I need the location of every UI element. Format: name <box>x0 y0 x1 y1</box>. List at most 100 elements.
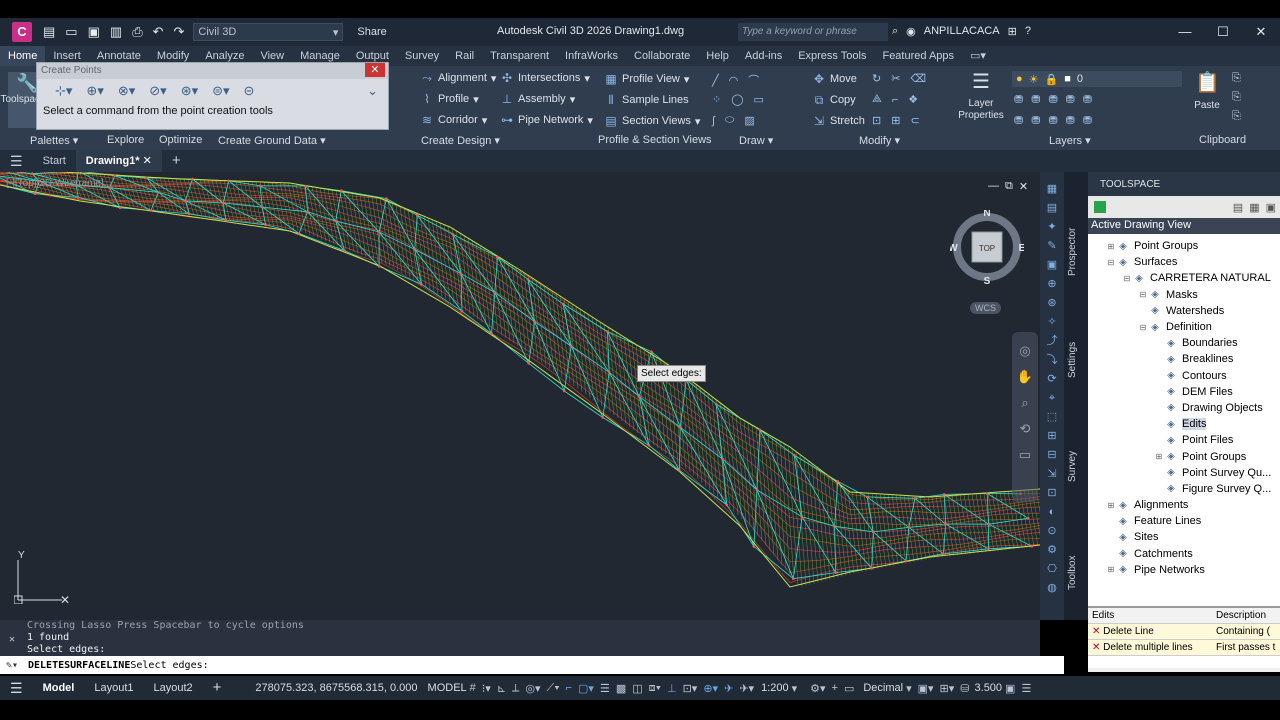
rectangle-icon[interactable]: ▭ <box>754 93 764 106</box>
maximize-icon[interactable]: ☐ <box>1204 18 1242 46</box>
arc-icon[interactable]: ◠ <box>729 74 739 87</box>
tree-item-watersheds[interactable]: ◈ Watersheds <box>1088 303 1280 319</box>
snap-icon[interactable]: ⁝▾ <box>482 682 491 695</box>
panel-draw[interactable]: Draw ▾ <box>739 134 773 147</box>
workspace-switch-icon[interactable]: ⚙▾ <box>810 682 825 695</box>
ortho-icon[interactable]: ⟂ <box>512 682 519 695</box>
layer-tool-icon[interactable]: ⛃ <box>1066 114 1075 127</box>
modify-tools-row1[interactable]: ↻ ✂ ⌫ <box>872 72 926 85</box>
tool-icon[interactable]: ✦ <box>1040 218 1064 237</box>
tool-icon[interactable]: ⊛ <box>1040 294 1064 313</box>
close-icon[interactable]: ✕ <box>365 63 385 77</box>
expand-icon[interactable]: ⊞ <box>1106 242 1116 251</box>
table-row[interactable]: ✕ Delete multiple lines First passes t <box>1088 640 1280 656</box>
viewport-controls-label[interactable]: [-][Top][2D Wireframe] <box>6 178 104 189</box>
new-tab-icon[interactable]: + <box>162 150 191 172</box>
offset-icon[interactable]: ⊂ <box>910 114 919 127</box>
draw-tools-row2[interactable]: ⁘ ◯ ▭ <box>712 93 764 106</box>
tool-icon[interactable]: ⊡ <box>1040 484 1064 503</box>
expand-icon[interactable]: ⊟ <box>1138 323 1148 332</box>
ribbon-options-icon[interactable]: ▭▾ <box>962 46 994 66</box>
isolate-icon[interactable]: ⛁ <box>960 682 969 695</box>
point-interpolate-icon[interactable]: ⊜▾ <box>212 83 229 99</box>
help-icon[interactable]: ? <box>1025 25 1031 38</box>
hardware-accel-icon[interactable]: ▣ <box>1005 682 1015 695</box>
layer-tool-icon[interactable]: ⛃ <box>1014 114 1023 127</box>
mirror-icon[interactable]: ⟁ <box>872 93 882 106</box>
selection-filter-icon[interactable]: ⊡▾ <box>683 682 698 695</box>
close-icon[interactable]: ✕ <box>1242 18 1280 46</box>
match-icon[interactable]: ⎘ <box>1232 110 1241 123</box>
model-space-toggle[interactable]: MODEL <box>428 682 467 694</box>
circle-icon[interactable]: ◯ <box>731 93 743 106</box>
tab-survey[interactable]: Survey <box>1067 451 1078 482</box>
tree-item-carretera-natural[interactable]: ⊟ ◈ CARRETERA NATURAL <box>1088 270 1280 286</box>
print-icon[interactable]: ⎙ <box>132 18 142 46</box>
redo-icon[interactable]: ↷ <box>174 18 185 46</box>
tab-toolbox[interactable]: Toolbox <box>1067 556 1078 590</box>
spline-icon[interactable]: ∫ <box>712 115 715 127</box>
chevron-down-icon[interactable]: ▾ <box>792 682 798 695</box>
corridor-button[interactable]: ≋ Corridor ▾ <box>420 113 487 127</box>
folder-icon[interactable]: ▭ <box>65 18 77 46</box>
tree-item-definition[interactable]: ⊟ ◈ Definition <box>1088 319 1280 335</box>
gizmo-icon[interactable]: ⊕▾ <box>703 682 718 695</box>
clipboard-tools[interactable]: ⎘ ⎘ ⎘ <box>1232 72 1241 123</box>
tool-icon[interactable]: ▦ <box>1040 180 1064 199</box>
close-icon[interactable]: ✕ <box>9 634 15 645</box>
description-header[interactable]: Description <box>1212 610 1280 621</box>
move-button[interactable]: ✥ Move <box>812 72 857 86</box>
panel-clipboard[interactable]: Clipboard <box>1199 134 1246 146</box>
point-intersection-icon[interactable]: ⊕▾ <box>86 83 103 99</box>
viewcube-s[interactable]: S <box>984 276 991 284</box>
modify-tools-row3[interactable]: ⊡ ⊞ ⊂ <box>872 114 920 127</box>
transparency-icon[interactable]: ▩ <box>616 682 626 695</box>
orbit-icon[interactable]: ⟲ <box>1012 416 1038 442</box>
tab-add-ins[interactable]: Add-ins <box>737 46 790 66</box>
layout-menu-icon[interactable]: ☰ <box>0 676 33 700</box>
auto-scale-icon[interactable]: ✈▾ <box>739 682 754 695</box>
tree-item-breaklines[interactable]: ◈ Breaklines <box>1088 351 1280 367</box>
tool-icon[interactable]: ▤ <box>1040 199 1064 218</box>
tab-rail[interactable]: Rail <box>447 46 482 66</box>
trim-icon[interactable]: ✂ <box>891 72 900 85</box>
paste-button[interactable]: 📋 Paste <box>1192 70 1222 111</box>
tab-prospector[interactable]: Prospector <box>1067 228 1078 276</box>
toolspace-tool-icon[interactable]: ▣ <box>1266 201 1276 214</box>
share-button[interactable]: Share <box>357 26 386 38</box>
3dosnap-icon[interactable]: ⧈▾ <box>649 682 661 695</box>
panel-layers[interactable]: Layers ▾ <box>1049 134 1091 147</box>
tab-infraworks[interactable]: InfraWorks <box>557 46 626 66</box>
steering-wheel-icon[interactable]: ◎ <box>1012 338 1038 364</box>
intersections-button[interactable]: ✣ Intersections ▾ <box>500 71 590 85</box>
tool-icon[interactable]: ⊕ <box>1040 275 1064 294</box>
polyline-icon[interactable]: ⌒ <box>748 72 759 88</box>
cut-icon[interactable]: ⎘ <box>1232 72 1241 85</box>
tool-icon[interactable]: ⤵ <box>1040 351 1064 370</box>
profile-button[interactable]: ⌇ Profile ▾ <box>420 92 479 106</box>
line-icon[interactable]: ╱ <box>712 74 719 87</box>
panel-palettes[interactable]: Palettes ▾ <box>30 134 78 147</box>
tool-icon[interactable]: ⟳ <box>1040 370 1064 389</box>
point-import-icon[interactable]: ⊝ <box>244 83 255 99</box>
assembly-button[interactable]: ⊥ Assembly ▾ <box>500 92 575 106</box>
save-icon[interactable]: ▣ <box>88 18 100 46</box>
panel-optimize[interactable]: Optimize <box>159 134 202 146</box>
units-icon[interactable]: ▭ <box>844 682 854 695</box>
tool-icon[interactable]: ⇲ <box>1040 465 1064 484</box>
panel-modify[interactable]: Modify ▾ <box>859 134 900 147</box>
tool-icon[interactable]: ⬚ <box>1040 408 1064 427</box>
alignment-button[interactable]: ⤳ Alignment ▾ <box>420 71 496 85</box>
tree-item-alignments[interactable]: ⊞ ◈ Alignments <box>1088 497 1280 513</box>
infer-icon[interactable]: ⊾ <box>497 682 506 695</box>
explode-icon[interactable]: ❖ <box>908 93 918 106</box>
tab-start[interactable]: Start <box>33 150 76 172</box>
expand-icon[interactable]: ⌄ <box>367 83 378 99</box>
annotation-monitor-icon[interactable]: + <box>832 682 838 694</box>
tool-icon[interactable]: ◍ <box>1040 579 1064 598</box>
viewcube-top[interactable]: TOP <box>979 244 995 253</box>
close-icon[interactable]: ✕ <box>1019 180 1028 193</box>
copy-clip-icon[interactable]: ⎘ <box>1232 91 1241 104</box>
edits-header[interactable]: Edits <box>1088 610 1212 621</box>
tool-icon[interactable]: ▣ <box>1040 256 1064 275</box>
